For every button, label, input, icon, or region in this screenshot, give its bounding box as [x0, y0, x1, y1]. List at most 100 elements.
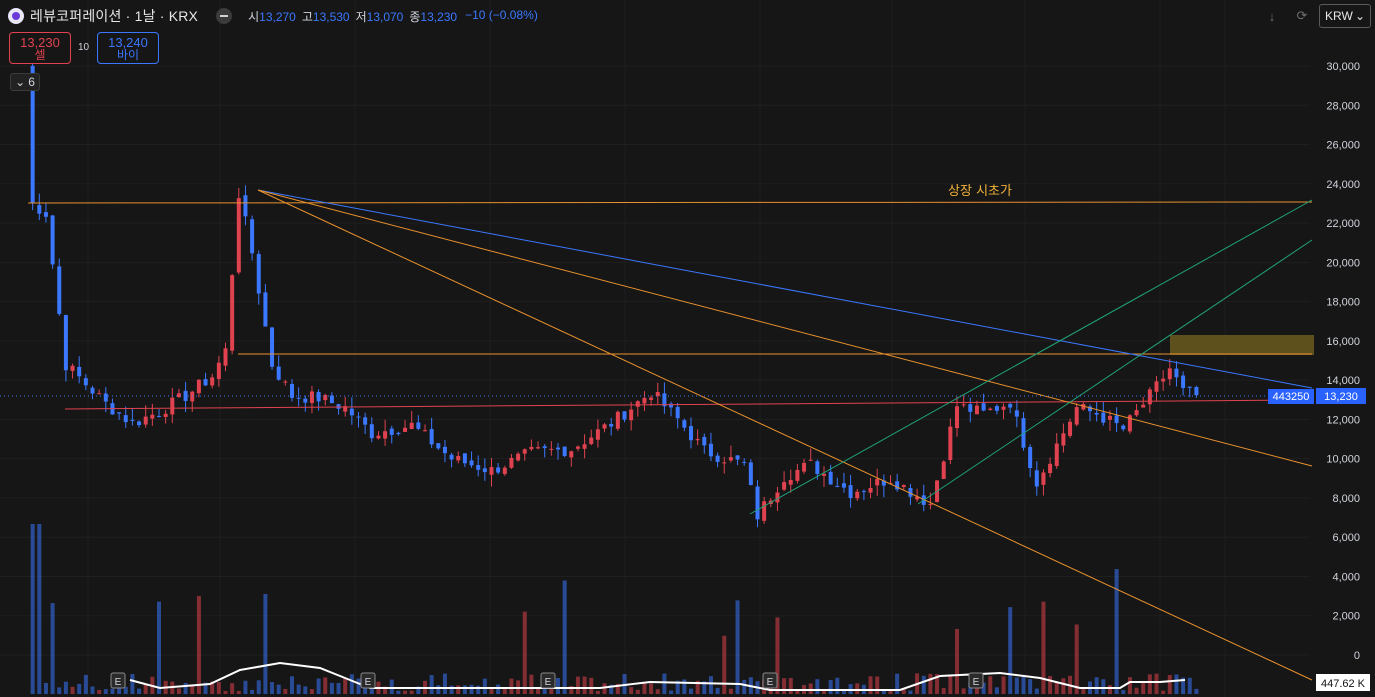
sell-label: 셀 [34, 48, 46, 62]
eye-icon[interactable] [216, 8, 233, 24]
volume-bar [1054, 682, 1059, 694]
candle-body [270, 327, 275, 367]
candle-body [795, 469, 800, 481]
candle-body [83, 378, 88, 386]
candle-body [1068, 421, 1073, 436]
orange-trendline-2 [257, 189, 1313, 681]
volume-bar [556, 677, 560, 694]
candle-body [489, 467, 494, 475]
volume-bar [1187, 677, 1192, 694]
volume-bar [1167, 675, 1172, 694]
volume-bar [90, 686, 95, 694]
candle-body [423, 430, 427, 432]
candle-body [230, 275, 235, 351]
volume-bar [323, 677, 328, 694]
candle-body [536, 447, 541, 449]
chevron-down-icon: ⌄ [15, 75, 26, 89]
spread-value: 10 [78, 42, 90, 53]
sell-button[interactable]: 13,230 셀 [9, 32, 71, 64]
refresh-icon[interactable]: ⟳ [1291, 6, 1313, 26]
volume-bar [130, 673, 135, 694]
symbol-title[interactable]: 레뷰코퍼레이션 · 1날 · KRX [30, 6, 198, 26]
volume-bar [828, 680, 833, 694]
volume-bar [223, 690, 228, 694]
volume-bar [462, 685, 467, 694]
candle-body [682, 420, 687, 428]
candle-body [575, 446, 580, 449]
volume-bar [1174, 674, 1179, 694]
volume-bar [270, 682, 275, 694]
horizontal-support-line [64, 399, 1313, 410]
volume-bar [589, 677, 594, 694]
volume-bar [363, 687, 368, 694]
currency-select[interactable]: KRW ⌄ [1319, 4, 1371, 28]
candle-body [622, 411, 627, 420]
candle-body [615, 411, 620, 429]
volume-bar [1048, 676, 1053, 694]
candle-body [1061, 433, 1066, 446]
listing-price-line [27, 201, 1313, 204]
candle-body [117, 412, 122, 414]
volume-bar [1107, 685, 1112, 694]
volume-bar [316, 678, 321, 694]
ohlc-high: 고13,530 [301, 9, 350, 24]
candle-body [961, 404, 966, 406]
candle-body [808, 459, 813, 461]
candle-body [1181, 375, 1186, 388]
candle-body [1187, 386, 1192, 388]
candle-body [1074, 407, 1079, 425]
volume-bar [536, 688, 541, 694]
candle-body [901, 485, 906, 488]
candle-body [981, 403, 986, 411]
candle-body [782, 482, 787, 490]
volume-bar [948, 675, 953, 694]
volume-bar [469, 684, 474, 694]
candle-body [336, 404, 341, 409]
volume-bar [196, 595, 201, 694]
candle-body [1107, 415, 1112, 420]
candle-body [948, 426, 953, 460]
candle-body [655, 392, 660, 397]
ohlc-close: 종13,230 [409, 9, 458, 24]
download-icon[interactable]: ↓ [1261, 6, 1283, 26]
volume-bar [356, 678, 361, 694]
y-tick-label: 4,000 [1332, 571, 1360, 583]
candle-body [43, 212, 48, 217]
ohlc-values: 시13,270 고13,530 저13,070 종13,230 −10 (−0.… [248, 8, 538, 25]
candle-body [216, 362, 221, 379]
candle-body [303, 398, 308, 403]
candle-body [988, 408, 993, 410]
candle-body [509, 457, 514, 468]
candle-body [875, 478, 880, 486]
candle-body [462, 453, 467, 464]
volume-bar [283, 688, 288, 694]
volume-bar [30, 524, 35, 694]
candle-body [861, 491, 866, 493]
symbol-logo-icon[interactable] [8, 8, 24, 24]
y-tick-label: 30,000 [1326, 61, 1360, 73]
volume-bar [921, 675, 926, 694]
indicators-toggle-button[interactable]: ⌄ 6 [10, 73, 40, 91]
volume-bar [742, 679, 747, 694]
volume-bar [1101, 679, 1106, 694]
volume-tag: 447.62 K [1321, 678, 1366, 690]
candle-body [848, 485, 853, 499]
volume-bar [489, 688, 494, 694]
volume-bar [988, 676, 993, 694]
y-tick-label: 0 [1354, 650, 1360, 662]
candle-body [196, 379, 201, 394]
earnings-marker-label: E [973, 677, 980, 688]
candle-body [389, 428, 394, 435]
candle-body [502, 467, 507, 475]
annotation-label: 상장 시초가 [948, 184, 1012, 199]
volume-bar [183, 682, 188, 694]
volume-bar [303, 686, 308, 694]
price-chart[interactable]: 상장 시초가 E E E E E 30,000 28,000 26,000 24,000 22,… [0, 0, 1375, 697]
buy-button[interactable]: 13,240 바이 [97, 32, 159, 64]
y-tick-label: 16,000 [1326, 336, 1360, 348]
volume-bar [1028, 679, 1033, 694]
candle-body [1041, 472, 1046, 485]
volume-bar [429, 675, 434, 694]
candle-body [715, 455, 720, 462]
volume-bar [1147, 674, 1152, 694]
